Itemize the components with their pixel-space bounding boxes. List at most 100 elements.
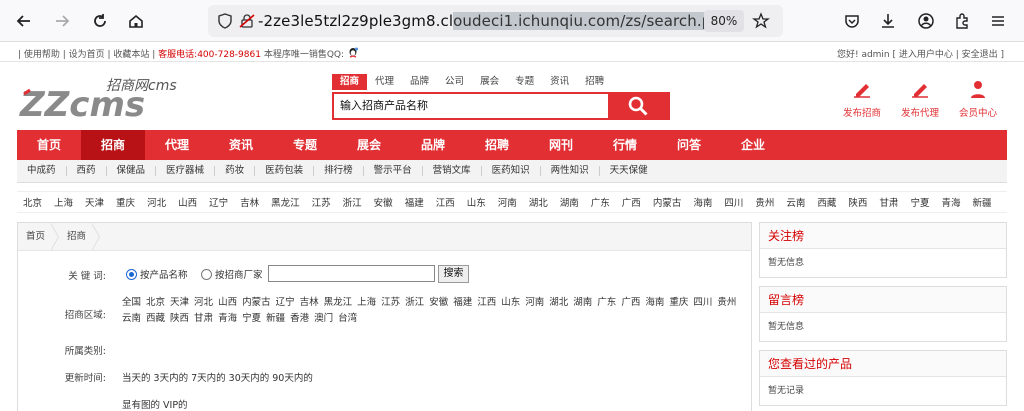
area-link[interactable]: 安徽 (429, 297, 448, 308)
search-tab-zixun[interactable]: 资讯 (542, 74, 577, 90)
reload-icon[interactable] (88, 9, 112, 33)
region-link[interactable]: 山西 (172, 195, 203, 209)
region-link[interactable]: 广西 (616, 195, 647, 209)
extensions-icon[interactable] (952, 11, 972, 31)
subnav-item[interactable]: 保健品 (107, 166, 157, 176)
region-link[interactable]: 北京 (17, 195, 48, 209)
area-link[interactable]: 台湾 (338, 313, 357, 324)
nav-zhaopin[interactable]: 招聘 (465, 130, 529, 160)
area-link[interactable]: 北京 (146, 297, 165, 308)
area-link[interactable]: 山东 (501, 297, 520, 308)
region-link[interactable]: 浙江 (337, 195, 368, 209)
forward-icon[interactable] (50, 9, 74, 33)
user-links[interactable]: 您好! admin [ 进入用户中心 | 安全退出 ] (837, 47, 1004, 60)
region-link[interactable]: 陕西 (842, 195, 873, 209)
search-tab-zhaopin[interactable]: 招聘 (577, 74, 612, 90)
region-link[interactable]: 甘肃 (873, 195, 904, 209)
keyword-input[interactable] (268, 265, 435, 282)
bookmark-star-icon[interactable] (751, 11, 771, 31)
nav-zixun[interactable]: 资讯 (209, 130, 273, 160)
region-link[interactable]: 新疆 (966, 195, 997, 209)
insecure-lock-icon[interactable] (238, 12, 256, 30)
region-link[interactable]: 贵州 (749, 195, 780, 209)
area-link[interactable]: 广东 (597, 297, 616, 308)
breadcrumb-zhaoshang[interactable]: 招商 (59, 223, 101, 251)
area-link[interactable]: 全国 (122, 297, 141, 308)
shield-icon[interactable] (216, 12, 234, 30)
area-link[interactable]: 云南 (122, 313, 141, 324)
region-link[interactable]: 四川 (718, 195, 749, 209)
zoom-level[interactable]: 80% (704, 10, 744, 32)
region-link[interactable]: 海南 (687, 195, 718, 209)
area-link[interactable]: 广西 (621, 297, 640, 308)
region-link[interactable]: 河南 (492, 195, 523, 209)
region-link[interactable]: 福建 (399, 195, 430, 209)
nav-zhaoshang[interactable]: 招商 (81, 130, 145, 160)
search-tab-zhaoshang[interactable]: 招商 (332, 74, 368, 90)
subnav-item[interactable]: 排行榜 (314, 166, 364, 176)
area-link[interactable]: 天津 (170, 297, 189, 308)
area-link[interactable]: 江苏 (381, 297, 400, 308)
area-link[interactable]: 甘肃 (194, 313, 213, 324)
nav-zhuanti[interactable]: 专题 (273, 130, 337, 160)
area-link[interactable]: 西藏 (146, 313, 165, 324)
region-link[interactable]: 青海 (935, 195, 966, 209)
nav-home[interactable]: 首页 (17, 130, 81, 160)
area-link[interactable]: 重庆 (669, 297, 688, 308)
subnav-item[interactable]: 医疗器械 (156, 166, 216, 176)
area-link[interactable]: 河北 (194, 297, 213, 308)
region-link[interactable]: 广东 (585, 195, 616, 209)
publish-daili-button[interactable]: 发布代理 (890, 80, 950, 119)
subnav-item[interactable]: 西药 (67, 166, 107, 176)
region-link[interactable]: 西藏 (811, 195, 842, 209)
nav-qiye[interactable]: 企业 (721, 130, 785, 160)
radio-product[interactable]: 按产品名称 (126, 267, 188, 281)
region-link[interactable]: 天津 (79, 195, 110, 209)
area-link[interactable]: 吉林 (300, 297, 319, 308)
search-tab-zhuanti[interactable]: 专题 (507, 74, 542, 90)
search-tab-zhanhui[interactable]: 展会 (472, 74, 507, 90)
search-input[interactable]: 输入招商产品名称 (336, 96, 608, 116)
area-link[interactable]: 香港 (290, 313, 309, 324)
search-tab-pinpai[interactable]: 品牌 (402, 74, 437, 90)
region-link[interactable]: 上海 (48, 195, 79, 209)
menu-icon[interactable] (988, 11, 1008, 31)
area-link[interactable]: 山西 (218, 297, 237, 308)
nav-pinpai[interactable]: 品牌 (401, 130, 465, 160)
region-link[interactable]: 湖北 (523, 195, 554, 209)
breadcrumb-home[interactable]: 首页 (18, 223, 60, 251)
nav-wenda[interactable]: 问答 (657, 130, 721, 160)
nav-wangkan[interactable]: 网刊 (529, 130, 593, 160)
radio-company[interactable]: 按招商厂家 (201, 267, 263, 281)
area-link[interactable]: 福建 (453, 297, 472, 308)
home-icon[interactable] (124, 9, 148, 33)
publish-zhaoshang-button[interactable]: 发布招商 (832, 80, 892, 119)
nav-hangqing[interactable]: 行情 (593, 130, 657, 160)
search-tab-daili[interactable]: 代理 (367, 74, 402, 90)
area-link[interactable]: 上海 (357, 297, 376, 308)
search-tab-gongsi[interactable]: 公司 (437, 74, 472, 90)
nav-daili[interactable]: 代理 (145, 130, 209, 160)
region-link[interactable]: 内蒙古 (647, 195, 688, 209)
area-link[interactable]: 湖北 (549, 297, 568, 308)
area-link[interactable]: 湖南 (573, 297, 592, 308)
account-icon[interactable] (916, 11, 936, 31)
area-link[interactable]: 浙江 (405, 297, 424, 308)
area-link[interactable]: 澳门 (314, 313, 333, 324)
area-link[interactable]: 江西 (477, 297, 496, 308)
region-link[interactable]: 吉林 (234, 195, 265, 209)
region-link[interactable]: 重庆 (110, 195, 141, 209)
area-link[interactable]: 新疆 (266, 313, 285, 324)
region-link[interactable]: 江西 (430, 195, 461, 209)
area-link[interactable]: 辽宁 (276, 297, 295, 308)
subnav-item[interactable]: 中成药 (17, 166, 67, 176)
region-link[interactable]: 辽宁 (203, 195, 234, 209)
subnav-item[interactable]: 医药包装 (255, 166, 315, 176)
pocket-icon[interactable] (842, 11, 862, 31)
subnav-item[interactable]: 天天保健 (600, 166, 658, 176)
subnav-item[interactable]: 医药知识 (482, 166, 541, 176)
area-link[interactable]: 贵州 (717, 297, 736, 308)
area-link[interactable]: 宁夏 (242, 313, 261, 324)
utility-links[interactable]: | 使用帮助 | 设为首页 | 收藏本站 | (18, 50, 155, 60)
qq-icon[interactable] (347, 47, 359, 62)
